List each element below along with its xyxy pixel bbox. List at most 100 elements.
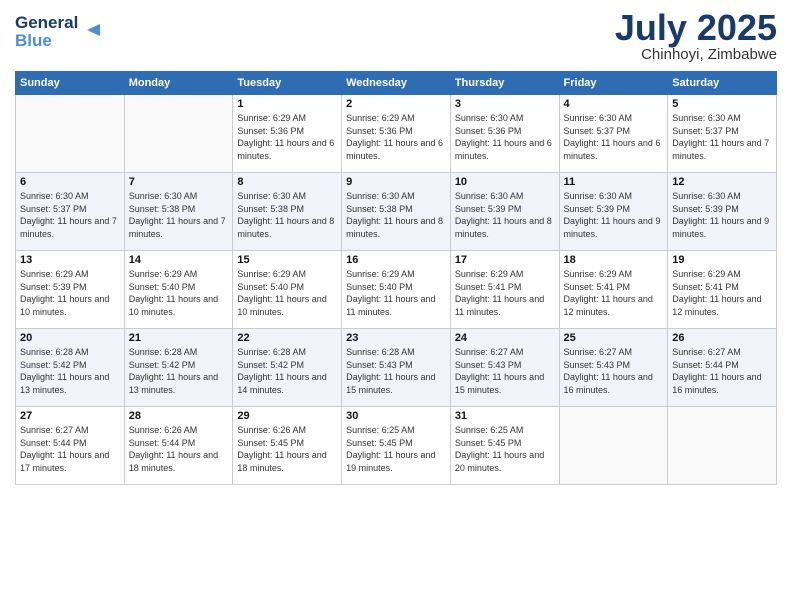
day-info: Sunrise: 6:27 AM Sunset: 5:43 PM Dayligh…	[455, 346, 555, 396]
day-number: 11	[564, 176, 664, 188]
day-number: 14	[129, 254, 229, 266]
week-row-4: 20Sunrise: 6:28 AM Sunset: 5:42 PM Dayli…	[16, 329, 777, 407]
title-area: July 2025 Chinhoyi, Zimbabwe	[615, 10, 777, 63]
day-number: 1	[237, 98, 337, 110]
calendar-cell: 30 Sunrise: 6:25 AM Sunset: 5:45 PM Dayli…	[342, 407, 451, 485]
day-number: 13	[20, 254, 120, 266]
location: Chinhoyi, Zimbabwe	[615, 46, 777, 63]
day-info: Sunrise: 6:28 AM Sunset: 5:42 PM Dayligh…	[129, 346, 229, 396]
day-info: Sunrise: 6:29 AM Sunset: 5:40 PM Dayligh…	[346, 268, 446, 318]
calendar-cell: 13Sunrise: 6:29 AM Sunset: 5:39 PM Dayli…	[16, 251, 125, 329]
calendar-cell: 6 Sunrise: 6:30 AM Sunset: 5:37 PM Daylig…	[16, 173, 125, 251]
weekday-row: Sunday Monday Tuesday Wednesday Thursday…	[16, 72, 777, 95]
calendar-cell: 14Sunrise: 6:29 AM Sunset: 5:40 PM Dayli…	[124, 251, 233, 329]
weekday-saturday: Saturday	[668, 72, 777, 95]
day-number: 24	[455, 332, 555, 344]
svg-text:Blue: Blue	[15, 31, 52, 50]
calendar-cell	[559, 407, 668, 485]
day-number: 10	[455, 176, 555, 188]
calendar-cell	[124, 95, 233, 173]
calendar-cell: 15 Sunrise: 6:29 AM Sunset: 5:40 PM Dayli…	[233, 251, 342, 329]
day-number: 12	[672, 176, 772, 188]
day-info: Sunrise: 6:27 AM Sunset: 5:44 PM Dayligh…	[20, 424, 120, 474]
calendar-cell: 5Sunrise: 6:30 AM Sunset: 5:37 PM Daylig…	[668, 95, 777, 173]
calendar-cell: 20Sunrise: 6:28 AM Sunset: 5:42 PM Dayli…	[16, 329, 125, 407]
calendar-cell: 12Sunrise: 6:30 AM Sunset: 5:39 PM Dayli…	[668, 173, 777, 251]
calendar-cell: 17 Sunrise: 6:29 AM Sunset: 5:41 PM Dayli…	[450, 251, 559, 329]
day-info: Sunrise: 6:29 AM Sunset: 5:41 PM Dayligh…	[455, 268, 555, 318]
calendar-cell: 9Sunrise: 6:30 AM Sunset: 5:38 PM Daylig…	[342, 173, 451, 251]
calendar-cell: 25 Sunrise: 6:27 AM Sunset: 5:43 PM Dayli…	[559, 329, 668, 407]
week-row-3: 13Sunrise: 6:29 AM Sunset: 5:39 PM Dayli…	[16, 251, 777, 329]
day-number: 5	[672, 98, 772, 110]
header: General Blue July 2025 Chinhoyi, Zimbabw…	[15, 10, 777, 63]
weekday-tuesday: Tuesday	[233, 72, 342, 95]
weekday-sunday: Sunday	[16, 72, 125, 95]
day-info: Sunrise: 6:29 AM Sunset: 5:36 PM Dayligh…	[346, 112, 446, 162]
logo: General Blue	[15, 10, 115, 57]
weekday-friday: Friday	[559, 72, 668, 95]
calendar-cell: 19Sunrise: 6:29 AM Sunset: 5:41 PM Dayli…	[668, 251, 777, 329]
day-info: Sunrise: 6:25 AM Sunset: 5:45 PM Dayligh…	[346, 424, 446, 474]
month-title: July 2025	[615, 10, 777, 46]
calendar-cell: 10 Sunrise: 6:30 AM Sunset: 5:39 PM Dayli…	[450, 173, 559, 251]
calendar-cell: 18Sunrise: 6:29 AM Sunset: 5:41 PM Dayli…	[559, 251, 668, 329]
day-number: 28	[129, 410, 229, 422]
calendar-cell: 29Sunrise: 6:26 AM Sunset: 5:45 PM Dayli…	[233, 407, 342, 485]
day-info: Sunrise: 6:30 AM Sunset: 5:37 PM Dayligh…	[20, 190, 120, 240]
day-info: Sunrise: 6:27 AM Sunset: 5:43 PM Dayligh…	[564, 346, 664, 396]
week-row-2: 6 Sunrise: 6:30 AM Sunset: 5:37 PM Daylig…	[16, 173, 777, 251]
day-number: 30	[346, 410, 446, 422]
calendar-cell: 8 Sunrise: 6:30 AM Sunset: 5:38 PM Daylig…	[233, 173, 342, 251]
weekday-wednesday: Wednesday	[342, 72, 451, 95]
calendar-cell: 22 Sunrise: 6:28 AM Sunset: 5:42 PM Dayli…	[233, 329, 342, 407]
day-number: 23	[346, 332, 446, 344]
calendar-cell	[668, 407, 777, 485]
day-info: Sunrise: 6:30 AM Sunset: 5:38 PM Dayligh…	[237, 190, 337, 240]
day-info: Sunrise: 6:26 AM Sunset: 5:44 PM Dayligh…	[129, 424, 229, 474]
day-number: 18	[564, 254, 664, 266]
day-info: Sunrise: 6:28 AM Sunset: 5:42 PM Dayligh…	[20, 346, 120, 396]
calendar-cell: 28 Sunrise: 6:26 AM Sunset: 5:44 PM Dayli…	[124, 407, 233, 485]
calendar-cell: 21Sunrise: 6:28 AM Sunset: 5:42 PM Dayli…	[124, 329, 233, 407]
calendar-cell: 31Sunrise: 6:25 AM Sunset: 5:45 PM Dayli…	[450, 407, 559, 485]
day-info: Sunrise: 6:27 AM Sunset: 5:44 PM Dayligh…	[672, 346, 772, 396]
calendar-table: Sunday Monday Tuesday Wednesday Thursday…	[15, 71, 777, 485]
day-info: Sunrise: 6:29 AM Sunset: 5:41 PM Dayligh…	[672, 268, 772, 318]
calendar-cell: 3 Sunrise: 6:30 AM Sunset: 5:36 PM Daylig…	[450, 95, 559, 173]
page: General Blue July 2025 Chinhoyi, Zimbabw…	[0, 0, 792, 612]
day-number: 15	[237, 254, 337, 266]
day-number: 27	[20, 410, 120, 422]
day-number: 3	[455, 98, 555, 110]
day-number: 22	[237, 332, 337, 344]
day-number: 17	[455, 254, 555, 266]
day-info: Sunrise: 6:28 AM Sunset: 5:43 PM Dayligh…	[346, 346, 446, 396]
day-number: 16	[346, 254, 446, 266]
day-info: Sunrise: 6:30 AM Sunset: 5:39 PM Dayligh…	[455, 190, 555, 240]
day-info: Sunrise: 6:30 AM Sunset: 5:38 PM Dayligh…	[129, 190, 229, 240]
calendar-cell: 2Sunrise: 6:29 AM Sunset: 5:36 PM Daylig…	[342, 95, 451, 173]
calendar-cell: 1Sunrise: 6:29 AM Sunset: 5:36 PM Daylig…	[233, 95, 342, 173]
day-number: 26	[672, 332, 772, 344]
calendar-cell: 24 Sunrise: 6:27 AM Sunset: 5:43 PM Dayli…	[450, 329, 559, 407]
weekday-thursday: Thursday	[450, 72, 559, 95]
day-number: 25	[564, 332, 664, 344]
day-number: 9	[346, 176, 446, 188]
logo-icon: General Blue	[15, 10, 115, 52]
weekday-monday: Monday	[124, 72, 233, 95]
day-number: 8	[237, 176, 337, 188]
day-info: Sunrise: 6:30 AM Sunset: 5:36 PM Dayligh…	[455, 112, 555, 162]
calendar-cell: 11Sunrise: 6:30 AM Sunset: 5:39 PM Dayli…	[559, 173, 668, 251]
svg-text:General: General	[15, 13, 78, 32]
day-info: Sunrise: 6:30 AM Sunset: 5:37 PM Dayligh…	[564, 112, 664, 162]
calendar-cell: 4 Sunrise: 6:30 AM Sunset: 5:37 PM Daylig…	[559, 95, 668, 173]
day-number: 4	[564, 98, 664, 110]
calendar-cell: 26 Sunrise: 6:27 AM Sunset: 5:44 PM Dayli…	[668, 329, 777, 407]
day-info: Sunrise: 6:25 AM Sunset: 5:45 PM Dayligh…	[455, 424, 555, 474]
day-info: Sunrise: 6:29 AM Sunset: 5:40 PM Dayligh…	[237, 268, 337, 318]
day-info: Sunrise: 6:28 AM Sunset: 5:42 PM Dayligh…	[237, 346, 337, 396]
day-number: 6	[20, 176, 120, 188]
calendar-cell: 23 Sunrise: 6:28 AM Sunset: 5:43 PM Dayli…	[342, 329, 451, 407]
day-info: Sunrise: 6:26 AM Sunset: 5:45 PM Dayligh…	[237, 424, 337, 474]
calendar-cell: 27 Sunrise: 6:27 AM Sunset: 5:44 PM Dayli…	[16, 407, 125, 485]
